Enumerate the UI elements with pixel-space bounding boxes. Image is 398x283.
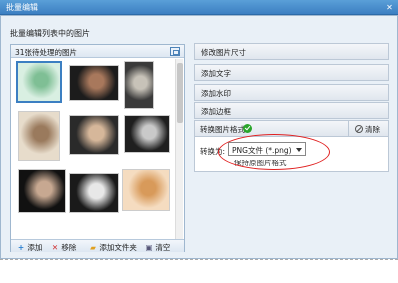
image-list-panel: 31张待处理的图片 + 添加 ✕ 移除 ▰ 添加文件夹 ▣ 清空 xyxy=(10,44,185,252)
title-bar: 批量编辑 ✕ xyxy=(0,0,398,15)
add-watermark-option-label: 添加水印 xyxy=(201,89,231,98)
header-divider xyxy=(348,121,349,137)
thumb-4[interactable] xyxy=(18,111,60,161)
thumb-8[interactable] xyxy=(69,173,119,213)
highlight-annotation-ellipse xyxy=(218,134,330,170)
clear-format-label: 清除 xyxy=(365,125,380,134)
add-border-option[interactable]: 添加边框 xyxy=(194,102,389,119)
plus-icon: + xyxy=(17,243,25,252)
add-text-option-label: 添加文字 xyxy=(201,69,231,78)
thumb-5[interactable] xyxy=(69,115,119,155)
thumb-9[interactable] xyxy=(122,169,170,211)
folder-icon: ▰ xyxy=(90,243,96,252)
page-title: 批量编辑列表中的图片 xyxy=(10,29,90,38)
thumbnail-scrollbar[interactable] xyxy=(175,59,183,239)
trash-icon: ▣ xyxy=(145,243,153,252)
thumb-3[interactable] xyxy=(124,61,154,109)
clear-all-label: 清空 xyxy=(155,243,171,252)
remove-button[interactable]: ✕ 移除 xyxy=(51,242,77,253)
remove-label: 移除 xyxy=(61,243,77,252)
bottom-divider xyxy=(0,259,398,260)
add-watermark-option[interactable]: 添加水印 xyxy=(194,84,389,101)
thumb-6[interactable] xyxy=(124,115,170,153)
check-icon xyxy=(243,124,252,133)
convert-format-title: 转换图片格式 xyxy=(200,125,245,134)
add-text-option[interactable]: 添加文字 xyxy=(194,64,389,81)
close-icon[interactable]: ✕ xyxy=(384,2,395,13)
add-folder-button[interactable]: ▰ 添加文件夹 xyxy=(89,242,137,253)
image-count-label: 31张待处理的图片 xyxy=(15,48,78,57)
add-button[interactable]: + 添加 xyxy=(17,242,43,253)
remove-x-icon: ✕ xyxy=(51,243,59,252)
bottom-area xyxy=(0,266,398,283)
thumb-2[interactable] xyxy=(69,65,119,101)
thumbnail-grid xyxy=(12,59,172,239)
clear-icon xyxy=(355,125,363,133)
resize-option[interactable]: 修改图片尺寸 xyxy=(194,43,389,60)
window-title: 批量编辑 xyxy=(6,3,38,12)
image-list-header: 31张待处理的图片 xyxy=(11,45,184,58)
clear-format-button[interactable]: 清除 xyxy=(355,124,380,135)
add-border-option-label: 添加边框 xyxy=(201,107,231,116)
image-list-toolbar: + 添加 ✕ 移除 ▰ 添加文件夹 ▣ 清空 xyxy=(11,239,184,252)
add-label: 添加 xyxy=(27,243,43,252)
batch-edit-window: 批量编辑列表中的图片 31张待处理的图片 + 添加 ✕ 移除 ▰ 添加文件夹 ▣… xyxy=(0,15,398,259)
thumb-1[interactable] xyxy=(16,61,62,103)
clear-all-button[interactable]: ▣ 清空 xyxy=(145,242,170,253)
expand-view-icon[interactable] xyxy=(170,47,180,56)
add-folder-label: 添加文件夹 xyxy=(99,243,137,252)
resize-option-label: 修改图片尺寸 xyxy=(201,48,246,57)
thumb-7[interactable] xyxy=(18,169,66,213)
scrollbar-thumb[interactable] xyxy=(177,63,183,123)
